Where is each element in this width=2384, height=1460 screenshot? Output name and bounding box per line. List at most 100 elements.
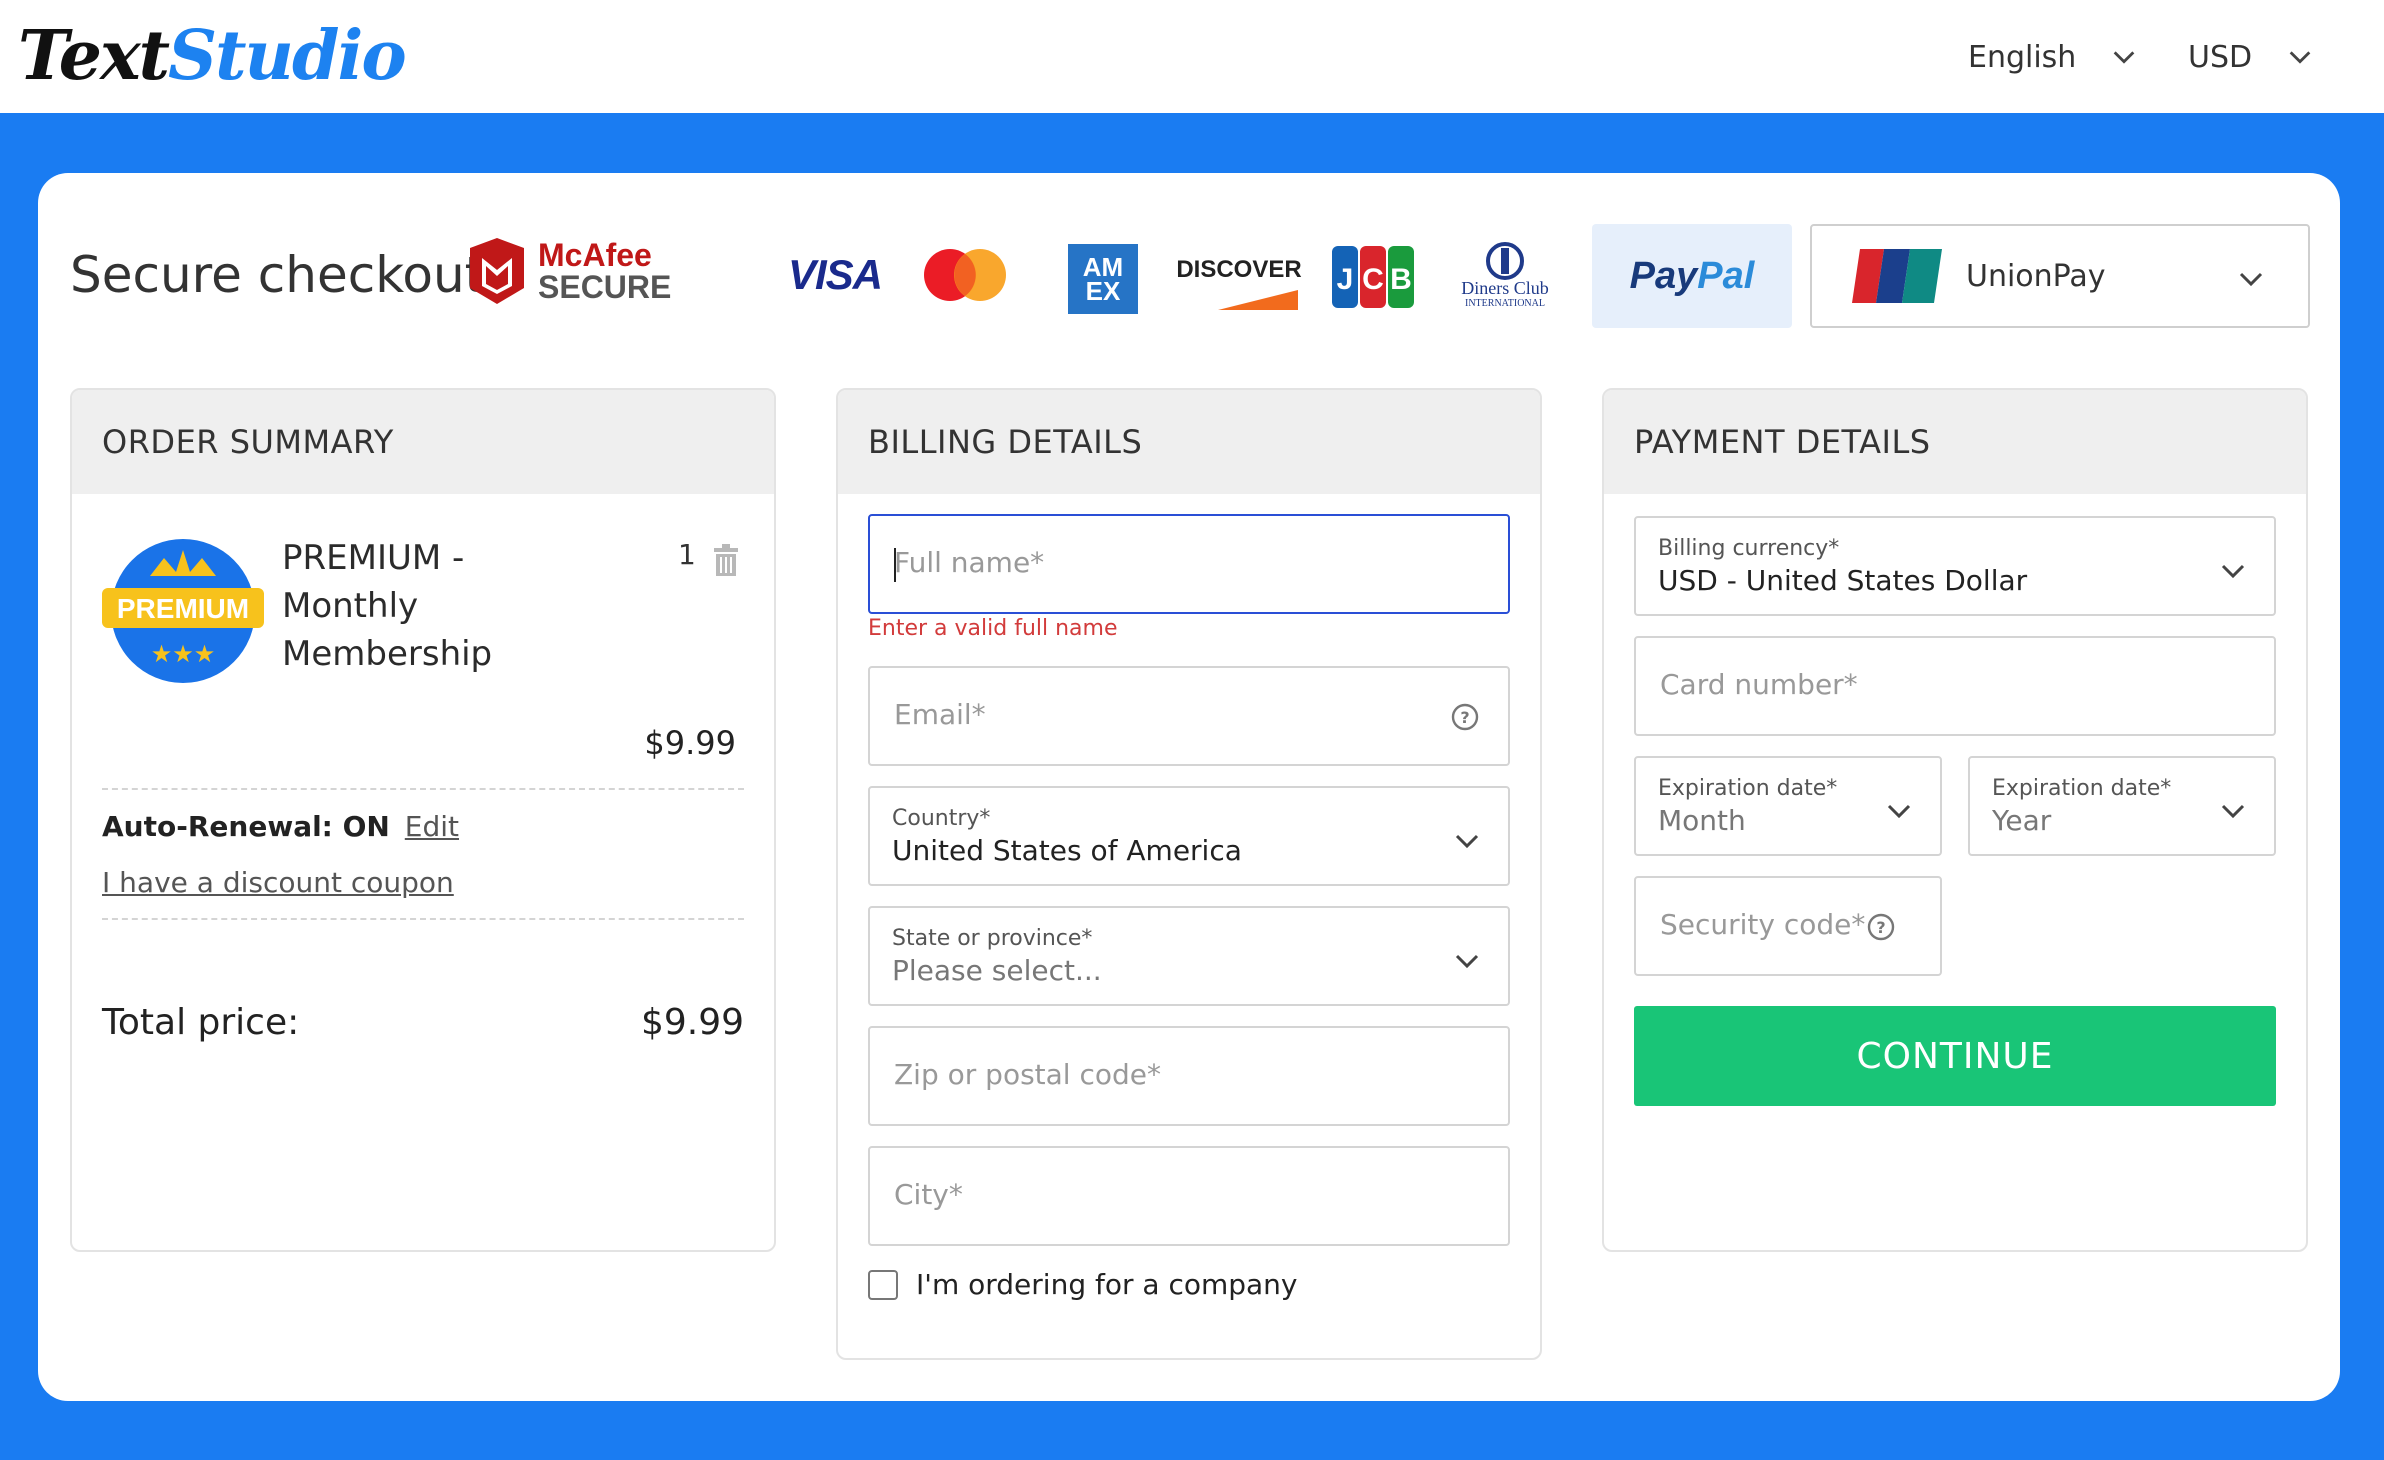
logo-text-part2: Studio — [168, 16, 407, 96]
state-label: State or province* — [892, 926, 1093, 951]
country-label: Country* — [892, 806, 991, 831]
mastercard-logo[interactable] — [920, 244, 1010, 306]
auto-renewal-row: Auto-Renewal: ON Edit — [102, 810, 459, 843]
amex-logo[interactable]: AM EX — [1068, 244, 1138, 314]
state-select[interactable]: State or province* Please select... — [868, 906, 1510, 1006]
security-code-input[interactable]: Security code* ? — [1634, 876, 1942, 976]
company-checkbox-label: I'm ordering for a company — [916, 1268, 1298, 1301]
language-selector[interactable]: English — [1968, 30, 2138, 84]
expiration-year-select[interactable]: Expiration date* Year — [1968, 756, 2276, 856]
card-number-input[interactable]: Card number* — [1634, 636, 2276, 736]
total-price-label: Total price: — [102, 1002, 300, 1043]
expiration-month-label: Expiration date* — [1658, 776, 1838, 801]
card-number-placeholder: Card number* — [1660, 668, 1858, 701]
chevron-down-icon — [1887, 804, 1911, 819]
trash-icon[interactable] — [712, 544, 740, 576]
billing-currency-label: Billing currency* — [1658, 536, 1840, 561]
product-price: $9.99 — [644, 724, 736, 762]
premium-badge-icon: PREMIUM ★★★ — [102, 539, 264, 683]
edit-renewal-link[interactable]: Edit — [405, 810, 459, 843]
svg-text:?: ? — [1460, 708, 1469, 727]
mcafee-secure-text: SECURE — [538, 269, 672, 305]
unionpay-selector[interactable]: UnionPay — [1810, 224, 2310, 328]
secure-checkout-title: Secure checkout — [70, 246, 485, 304]
chevron-down-icon — [1455, 954, 1479, 969]
chevron-down-icon — [2221, 564, 2245, 579]
expiration-month-select[interactable]: Expiration date* Month — [1634, 756, 1942, 856]
svg-text:B: B — [1390, 263, 1412, 296]
paypal-text-1: Pay — [1629, 254, 1698, 297]
textstudio-logo[interactable]: TextStudio — [18, 16, 407, 96]
expiration-year-value: Year — [1992, 804, 2052, 837]
help-icon[interactable]: ? — [1866, 912, 1896, 942]
paypal-option[interactable]: Pay Pal — [1592, 224, 1792, 328]
chevron-down-icon — [2221, 804, 2245, 819]
zip-input[interactable]: Zip or postal code* — [868, 1026, 1510, 1126]
help-icon[interactable]: ? — [1450, 702, 1480, 732]
diners-subtext: INTERNATIONAL — [1465, 298, 1545, 309]
product-quantity: 1 — [678, 538, 696, 571]
svg-text:C: C — [1362, 263, 1384, 296]
billing-currency-value: USD - United States Dollar — [1658, 564, 2028, 597]
unionpay-logo — [1852, 249, 1942, 303]
badge-text: PREMIUM — [117, 593, 249, 624]
paypal-text-2: Pal — [1697, 254, 1755, 297]
country-select[interactable]: Country* United States of America — [868, 786, 1510, 886]
chevron-down-icon — [1455, 834, 1479, 849]
product-name-line1: PREMIUM - — [282, 538, 465, 578]
payment-details-panel: PAYMENT DETAILS Billing currency* USD - … — [1602, 388, 2308, 1252]
diners-club-logo[interactable]: Diners Club INTERNATIONAL — [1456, 242, 1554, 312]
zip-placeholder: Zip or postal code* — [894, 1058, 1162, 1091]
divider — [102, 918, 744, 920]
security-code-placeholder: Security code* — [1660, 908, 1866, 941]
full-name-placeholder: Full name* — [894, 546, 1045, 579]
chevron-down-icon — [2114, 51, 2135, 64]
diners-circle-icon — [1486, 242, 1524, 280]
city-placeholder: City* — [894, 1178, 963, 1211]
total-price-value: $9.99 — [640, 1002, 744, 1043]
product-name: PREMIUM - Monthly Membership — [282, 534, 522, 678]
order-summary-panel: ORDER SUMMARY PREMIUM ★★★ PREMIUM - Mont… — [70, 388, 776, 1252]
top-bar: TextStudio English USD — [0, 0, 2384, 113]
jcb-logo[interactable]: J C B — [1330, 244, 1416, 310]
discover-logo[interactable]: DISCOVER — [1176, 250, 1302, 316]
full-name-error: Enter a valid full name — [868, 616, 1118, 641]
expiration-month-value: Month — [1658, 804, 1746, 837]
city-input[interactable]: City* — [868, 1146, 1510, 1246]
expiration-year-label: Expiration date* — [1992, 776, 2172, 801]
discover-stripe — [1218, 290, 1298, 310]
state-value: Please select... — [892, 954, 1102, 987]
logo-text-part1: Text — [18, 16, 170, 96]
mcafee-shield-icon — [470, 238, 524, 304]
diners-text: Diners Club — [1461, 278, 1549, 298]
language-value: English — [1968, 39, 2077, 75]
continue-button[interactable]: CONTINUE — [1634, 1006, 2276, 1106]
billing-currency-select[interactable]: Billing currency* USD - United States Do… — [1634, 516, 2276, 616]
company-checkbox[interactable] — [868, 1269, 898, 1300]
company-checkbox-row[interactable]: I'm ordering for a company — [868, 1268, 1298, 1301]
billing-details-panel: BILLING DETAILS Full name* Enter a valid… — [836, 388, 1542, 1360]
mcafee-text: McAfee — [538, 237, 652, 273]
email-placeholder: Email* — [894, 698, 986, 731]
svg-text:★★★: ★★★ — [151, 640, 216, 668]
chevron-down-icon — [2239, 272, 2263, 287]
product-name-line3: Membership — [282, 634, 493, 674]
discount-coupon-link[interactable]: I have a discount coupon — [102, 866, 454, 899]
amex-text-bottom: EX — [1085, 276, 1121, 306]
mcafee-secure-badge: McAfee SECURE — [466, 236, 671, 306]
discover-text: DISCOVER — [1176, 256, 1302, 283]
product-name-line2: Monthly — [282, 586, 419, 626]
chevron-down-icon — [2289, 51, 2311, 64]
full-name-input[interactable]: Full name* — [868, 514, 1510, 614]
billing-details-heading: BILLING DETAILS — [838, 390, 1540, 494]
payment-details-heading: PAYMENT DETAILS — [1604, 390, 2306, 494]
svg-text:?: ? — [1876, 918, 1885, 937]
currency-value: USD — [2188, 39, 2253, 75]
unionpay-label: UnionPay — [1966, 258, 2106, 294]
auto-renewal-status: Auto-Renewal: ON — [102, 810, 390, 843]
currency-selector[interactable]: USD — [2188, 30, 2314, 84]
order-summary-heading: ORDER SUMMARY — [72, 390, 774, 494]
visa-logo[interactable]: VISA — [780, 250, 890, 300]
email-input[interactable]: Email* ? — [868, 666, 1510, 766]
country-value: United States of America — [892, 834, 1242, 867]
